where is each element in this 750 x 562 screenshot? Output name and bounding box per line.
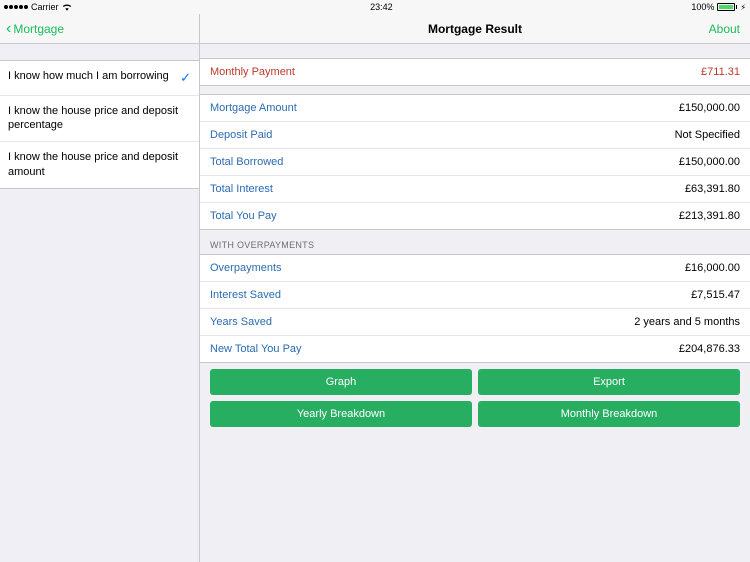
- main-header: Mortgage Result About: [200, 14, 750, 44]
- sidebar-item-label: I know the house price and deposit perce…: [8, 104, 191, 134]
- button-grid: Graph Export Yearly Breakdown Monthly Br…: [200, 363, 750, 433]
- row-label: Deposit Paid: [210, 129, 272, 141]
- row-label: Monthly Payment: [210, 66, 295, 78]
- sidebar-header: ‹ Mortgage: [0, 14, 199, 44]
- row-value: £16,000.00: [685, 262, 740, 274]
- sidebar-list: I know how much I am borrowing ✓ I know …: [0, 60, 199, 189]
- row-deposit-paid: Deposit Paid Not Specified: [200, 122, 750, 149]
- signal-icon: [4, 5, 28, 9]
- row-value: £711.31: [701, 66, 740, 78]
- row-interest-saved: Interest Saved £7,515.47: [200, 282, 750, 309]
- sidebar-item-deposit-amount[interactable]: I know the house price and deposit amoun…: [0, 142, 199, 188]
- status-bar: Carrier 23:42 100% ⚡︎: [0, 0, 750, 14]
- row-value: 2 years and 5 months: [634, 316, 740, 328]
- charging-icon: ⚡︎: [740, 3, 746, 12]
- row-value: £63,391.80: [685, 183, 740, 195]
- row-label: Mortgage Amount: [210, 102, 297, 114]
- status-right: 100% ⚡︎: [691, 2, 746, 12]
- sidebar-item-label: I know the house price and deposit amoun…: [8, 150, 191, 180]
- row-total-borrowed: Total Borrowed £150,000.00: [200, 149, 750, 176]
- check-icon: ✓: [180, 69, 191, 87]
- sidebar: ‹ Mortgage I know how much I am borrowin…: [0, 14, 200, 562]
- row-new-total: New Total You Pay £204,876.33: [200, 336, 750, 362]
- row-label: New Total You Pay: [210, 343, 302, 355]
- row-mortgage-amount: Mortgage Amount £150,000.00: [200, 95, 750, 122]
- battery-icon: [717, 3, 737, 11]
- page-title: Mortgage Result: [428, 22, 522, 36]
- main-panel: Mortgage Result About Monthly Payment £7…: [200, 14, 750, 562]
- row-value: £204,876.33: [679, 343, 740, 355]
- content-scroll[interactable]: Monthly Payment £711.31 Mortgage Amount …: [200, 44, 750, 562]
- row-label: Total Borrowed: [210, 156, 283, 168]
- row-value: £213,391.80: [679, 210, 740, 222]
- overpayments-group: Overpayments £16,000.00 Interest Saved £…: [200, 254, 750, 363]
- sidebar-item-borrowing[interactable]: I know how much I am borrowing ✓: [0, 61, 199, 96]
- row-total-interest: Total Interest £63,391.80: [200, 176, 750, 203]
- row-total-you-pay: Total You Pay £213,391.80: [200, 203, 750, 229]
- row-label: Interest Saved: [210, 289, 281, 301]
- yearly-breakdown-button[interactable]: Yearly Breakdown: [210, 401, 472, 427]
- summary-group: Mortgage Amount £150,000.00 Deposit Paid…: [200, 94, 750, 230]
- row-value: £150,000.00: [679, 156, 740, 168]
- chevron-left-icon: ‹: [6, 21, 11, 37]
- battery-pct: 100%: [691, 2, 714, 12]
- row-value: Not Specified: [675, 129, 740, 141]
- row-value: £7,515.47: [691, 289, 740, 301]
- row-label: Overpayments: [210, 262, 282, 274]
- status-time: 23:42: [370, 2, 393, 12]
- monthly-breakdown-button[interactable]: Monthly Breakdown: [478, 401, 740, 427]
- back-button[interactable]: ‹ Mortgage: [6, 21, 64, 37]
- back-label: Mortgage: [13, 22, 64, 36]
- row-label: Total You Pay: [210, 210, 277, 222]
- row-label: Total Interest: [210, 183, 273, 195]
- graph-button[interactable]: Graph: [210, 369, 472, 395]
- sidebar-item-deposit-pct[interactable]: I know the house price and deposit perce…: [0, 96, 199, 143]
- about-button[interactable]: About: [709, 22, 740, 36]
- status-left: Carrier: [4, 2, 72, 12]
- row-label: Years Saved: [210, 316, 272, 328]
- row-monthly-payment: Monthly Payment £711.31: [200, 59, 750, 85]
- overpayments-header: WITH OVERPAYMENTS: [200, 230, 750, 254]
- monthly-payment-group: Monthly Payment £711.31: [200, 58, 750, 86]
- row-years-saved: Years Saved 2 years and 5 months: [200, 309, 750, 336]
- row-value: £150,000.00: [679, 102, 740, 114]
- row-overpayments: Overpayments £16,000.00: [200, 255, 750, 282]
- carrier-label: Carrier: [31, 2, 59, 12]
- export-button[interactable]: Export: [478, 369, 740, 395]
- wifi-icon: [62, 3, 72, 11]
- sidebar-item-label: I know how much I am borrowing: [8, 69, 180, 84]
